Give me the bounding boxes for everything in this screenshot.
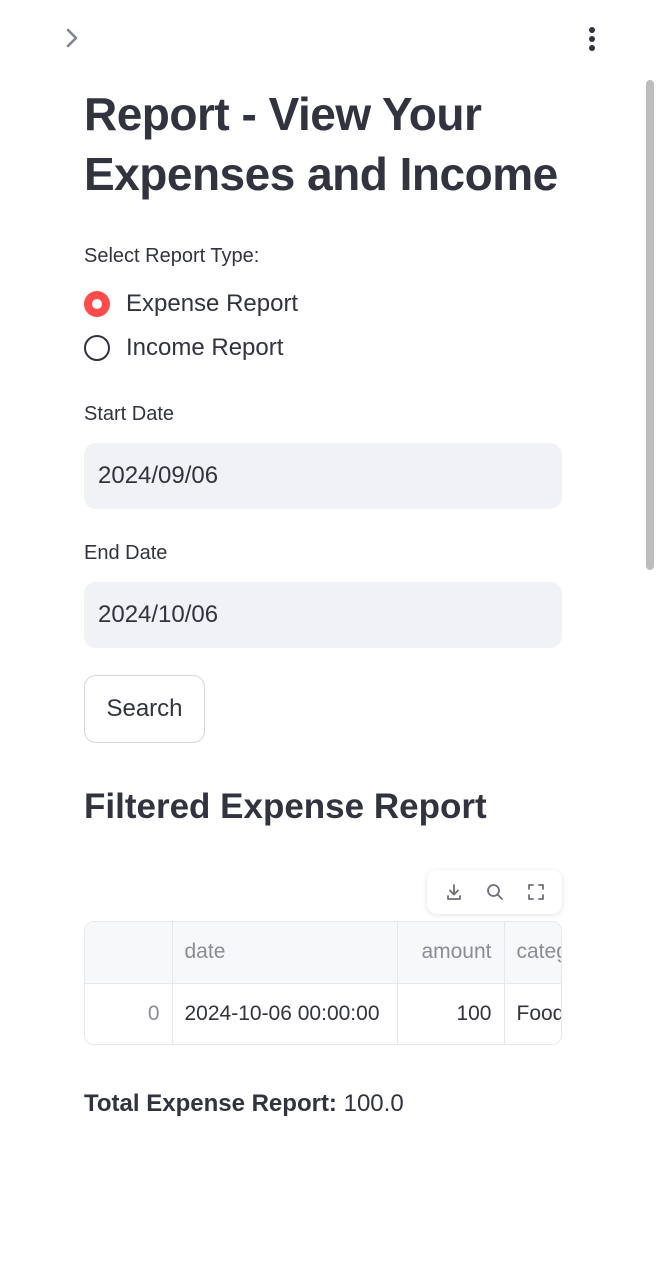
radio-option-label: Expense Report: [126, 290, 299, 317]
amount-cell[interactable]: 100: [397, 983, 505, 1044]
category-cell[interactable]: Food: [504, 983, 561, 1044]
column-header-amount[interactable]: amount: [397, 922, 505, 984]
column-header-date[interactable]: date: [172, 922, 398, 984]
end-date-label: End Date: [84, 542, 168, 564]
radio-option-income-report[interactable]: Income Report: [84, 326, 562, 370]
results-title: Filtered Expense Report: [84, 787, 487, 826]
date-cell[interactable]: 2024-10-06 00:00:00: [172, 983, 398, 1044]
table-header-row: date amount category: [85, 922, 561, 984]
search-icon: [486, 884, 503, 900]
column-header-category[interactable]: category: [504, 922, 561, 984]
radio-option-label: Income Report: [126, 334, 284, 361]
report-type-label: Select Report Type:: [84, 245, 260, 267]
column-header-index[interactable]: [85, 922, 173, 984]
start-date-label: Start Date: [84, 403, 175, 425]
row-index-cell[interactable]: 0: [85, 983, 173, 1044]
end-date-input[interactable]: 2024/10/06: [84, 582, 562, 648]
radio-option-expense-report[interactable]: Expense Report: [84, 282, 562, 326]
download-icon: [446, 884, 461, 900]
radio-unselected-icon[interactable]: [84, 335, 110, 361]
fullscreen-button[interactable]: [519, 875, 553, 909]
report-type-radio-group: Expense Report Income Report: [84, 282, 562, 370]
main-content: Report - View Your Expenses and Income S…: [84, 84, 562, 829]
table-search-button[interactable]: [478, 875, 512, 909]
total-summary: Total Expense Report: 100.0: [84, 1090, 404, 1118]
sidebar-toggle-button[interactable]: [58, 24, 86, 52]
search-button[interactable]: Search: [84, 675, 205, 743]
start-date-input[interactable]: 2024/09/06: [84, 443, 562, 509]
radio-selected-icon[interactable]: [84, 291, 110, 317]
data-grid: date amount category 0 2024-10-06 00:00:…: [85, 922, 561, 1044]
download-button[interactable]: [437, 875, 471, 909]
page-scrollbar[interactable]: [646, 80, 654, 570]
more-vertical-icon: [589, 27, 595, 51]
total-value: 100.0: [343, 1090, 404, 1117]
total-label: Total Expense Report:: [84, 1090, 337, 1117]
table-toolbar: [427, 870, 562, 914]
table-row: 0 2024-10-06 00:00:00 100 Food: [85, 983, 561, 1044]
fullscreen-icon: [527, 884, 544, 900]
page-title: Report - View Your Expenses and Income: [84, 88, 558, 200]
chevron-right-icon: [66, 28, 78, 48]
results-table[interactable]: date amount category 0 2024-10-06 00:00:…: [84, 921, 562, 1045]
main-menu-button[interactable]: [578, 22, 606, 56]
